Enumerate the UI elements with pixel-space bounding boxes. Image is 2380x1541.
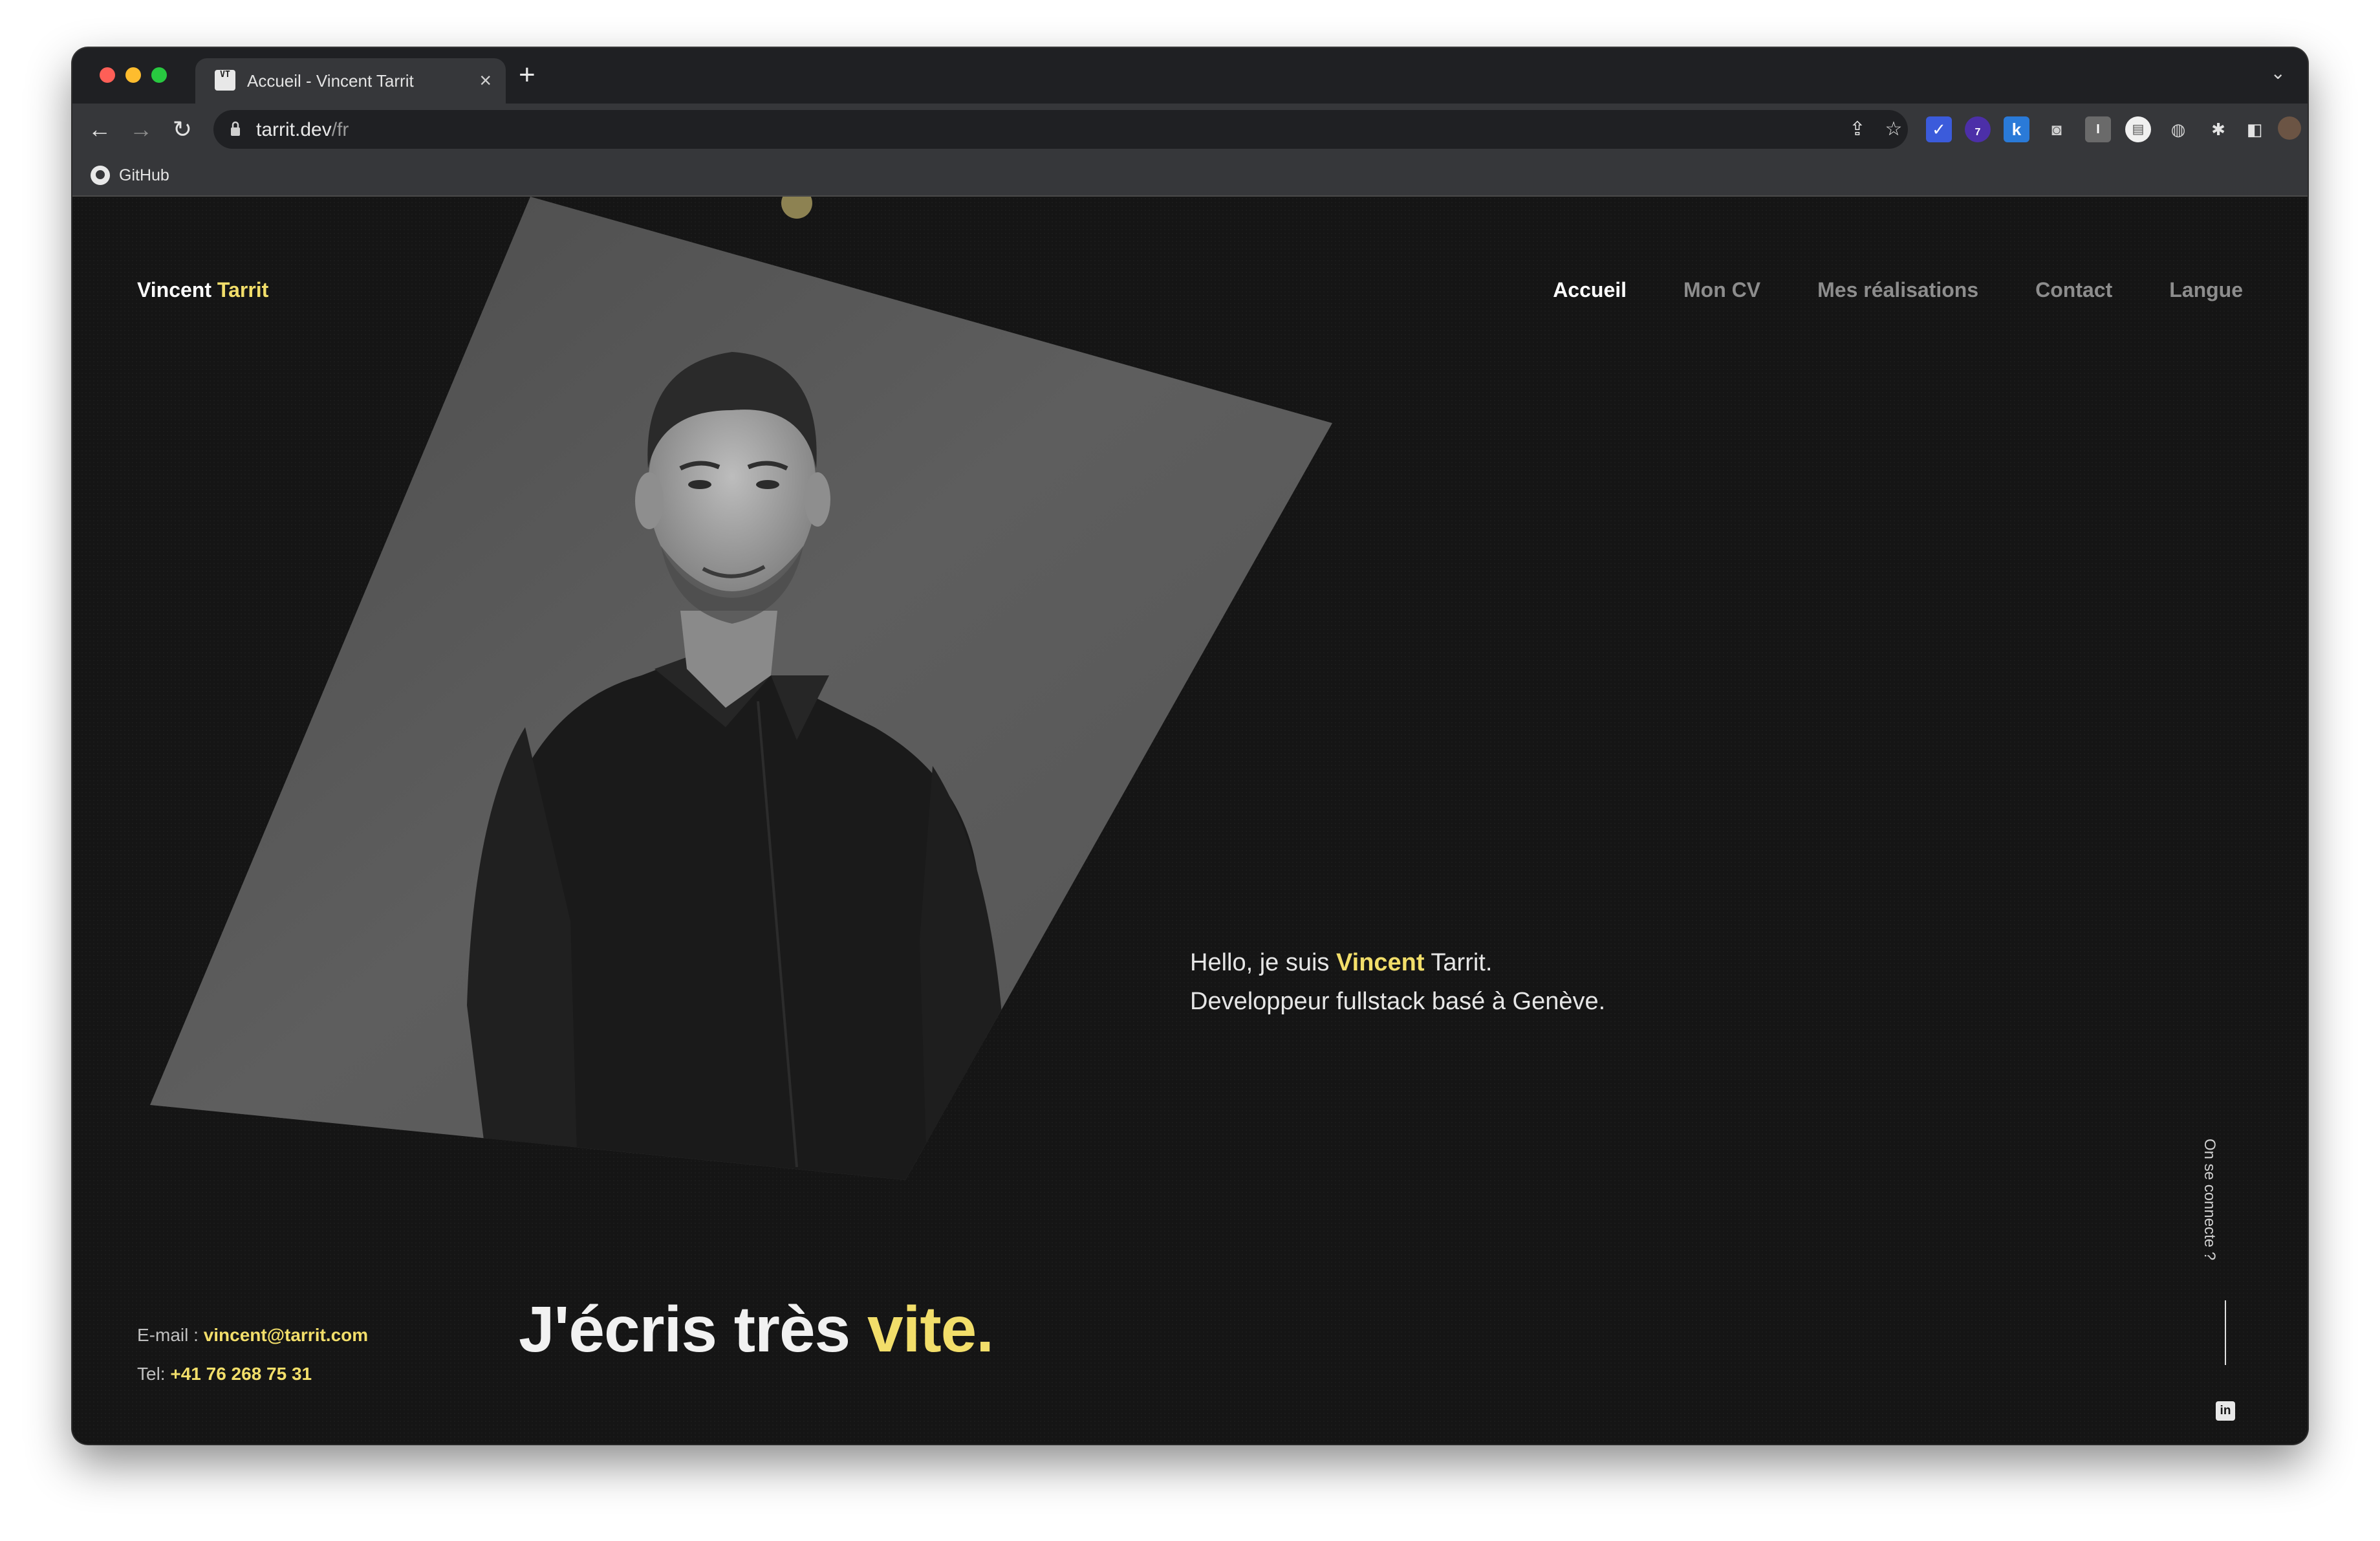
hero-portrait-image xyxy=(150,197,1332,1180)
page-viewport: Vincent Tarrit Accueil Mon CV Mes réalis… xyxy=(72,197,2308,1444)
bookmark-label: GitHub xyxy=(119,166,169,184)
minimize-window-button[interactable] xyxy=(125,67,141,83)
extension-camera-icon[interactable]: ◙ xyxy=(2044,116,2070,142)
intro-text: Hello, je suis Vincent Tarrit. Developpe… xyxy=(1190,943,1605,1021)
active-tab[interactable]: VT Accueil - Vincent Tarrit × xyxy=(195,58,506,104)
tab-title: Accueil - Vincent Tarrit xyxy=(247,71,414,91)
close-window-button[interactable] xyxy=(100,67,115,83)
nav-item-accueil[interactable]: Accueil xyxy=(1553,278,1627,302)
lock-icon xyxy=(231,121,240,136)
browser-window: VT Accueil - Vincent Tarrit × + ⌄ ← → ↻ … xyxy=(72,48,2308,1444)
extension-shield-icon[interactable]: ✓ xyxy=(1926,116,1952,142)
tab-search-chevron-icon[interactable]: ⌄ xyxy=(2271,62,2286,83)
extension-doc-icon[interactable]: ▤ xyxy=(2125,116,2151,142)
close-tab-icon[interactable]: × xyxy=(479,67,492,93)
nav-item-mon-cv[interactable]: Mon CV xyxy=(1683,278,1760,302)
share-icon[interactable]: ⇪ xyxy=(1846,118,1869,141)
social-divider xyxy=(2225,1300,2226,1365)
back-icon[interactable]: ← xyxy=(85,115,114,144)
extension-purple-icon[interactable]: 7 xyxy=(1965,116,1991,142)
site-logo[interactable]: Vincent Tarrit xyxy=(137,278,268,302)
nav-item-langue[interactable]: Langue xyxy=(2169,278,2243,302)
github-icon xyxy=(91,166,110,185)
bookmarks-bar: GitHub xyxy=(72,155,2308,197)
phone-link[interactable]: +41 76 268 75 31 xyxy=(170,1364,312,1384)
extension-i-icon[interactable]: I xyxy=(2085,116,2111,142)
side-panel-icon[interactable]: ◧ xyxy=(2242,116,2267,142)
intro-line-1: Hello, je suis Vincent Tarrit. xyxy=(1190,949,1493,976)
email-link[interactable]: vincent@tarrit.com xyxy=(204,1325,368,1345)
contact-info: E-mail : vincent@tarrit.com Tel: +41 76 … xyxy=(137,1316,368,1393)
tagline-heading: J'écris très vite. xyxy=(519,1293,994,1366)
url-text: tarrit.dev/fr xyxy=(256,119,349,140)
profile-avatar[interactable] xyxy=(2278,116,2301,140)
address-bar[interactable]: tarrit.dev/fr ⇪ ☆ xyxy=(213,110,1908,149)
bookmark-github[interactable]: GitHub xyxy=(91,163,169,188)
social-label: On se connecte ? xyxy=(2201,1139,2218,1261)
reload-icon[interactable]: ↻ xyxy=(168,115,197,144)
intro-line-2: Developpeur fullstack basé à Genève. xyxy=(1190,988,1606,1015)
extensions-icon[interactable]: ✱ xyxy=(2205,116,2231,142)
nav-item-mes-realisations[interactable]: Mes réalisations xyxy=(1817,278,1978,302)
new-tab-button[interactable]: + xyxy=(519,60,536,91)
favicon-icon: VT xyxy=(215,70,235,91)
email-row: E-mail : vincent@tarrit.com xyxy=(137,1325,369,1345)
forward-icon[interactable]: → xyxy=(127,115,155,144)
browser-toolbar: ← → ↻ tarrit.dev/fr ⇪ ☆ ✓ 7 k ◙ I ▤ ◍ ✱ … xyxy=(72,104,2308,155)
nav-item-contact[interactable]: Contact xyxy=(2035,278,2112,302)
extension-k-icon[interactable]: k xyxy=(2004,116,2029,142)
phone-row: Tel: +41 76 268 75 31 xyxy=(137,1364,312,1384)
tab-bar: VT Accueil - Vincent Tarrit × + ⌄ xyxy=(72,48,2308,104)
main-nav: Accueil Mon CV Mes réalisations Contact … xyxy=(1553,278,2243,302)
star-icon[interactable]: ☆ xyxy=(1882,118,1905,141)
linkedin-icon[interactable]: in xyxy=(2216,1401,2235,1421)
maximize-window-button[interactable] xyxy=(151,67,167,83)
decorative-dot xyxy=(781,197,812,219)
extension-globe-icon[interactable]: ◍ xyxy=(2165,116,2191,142)
